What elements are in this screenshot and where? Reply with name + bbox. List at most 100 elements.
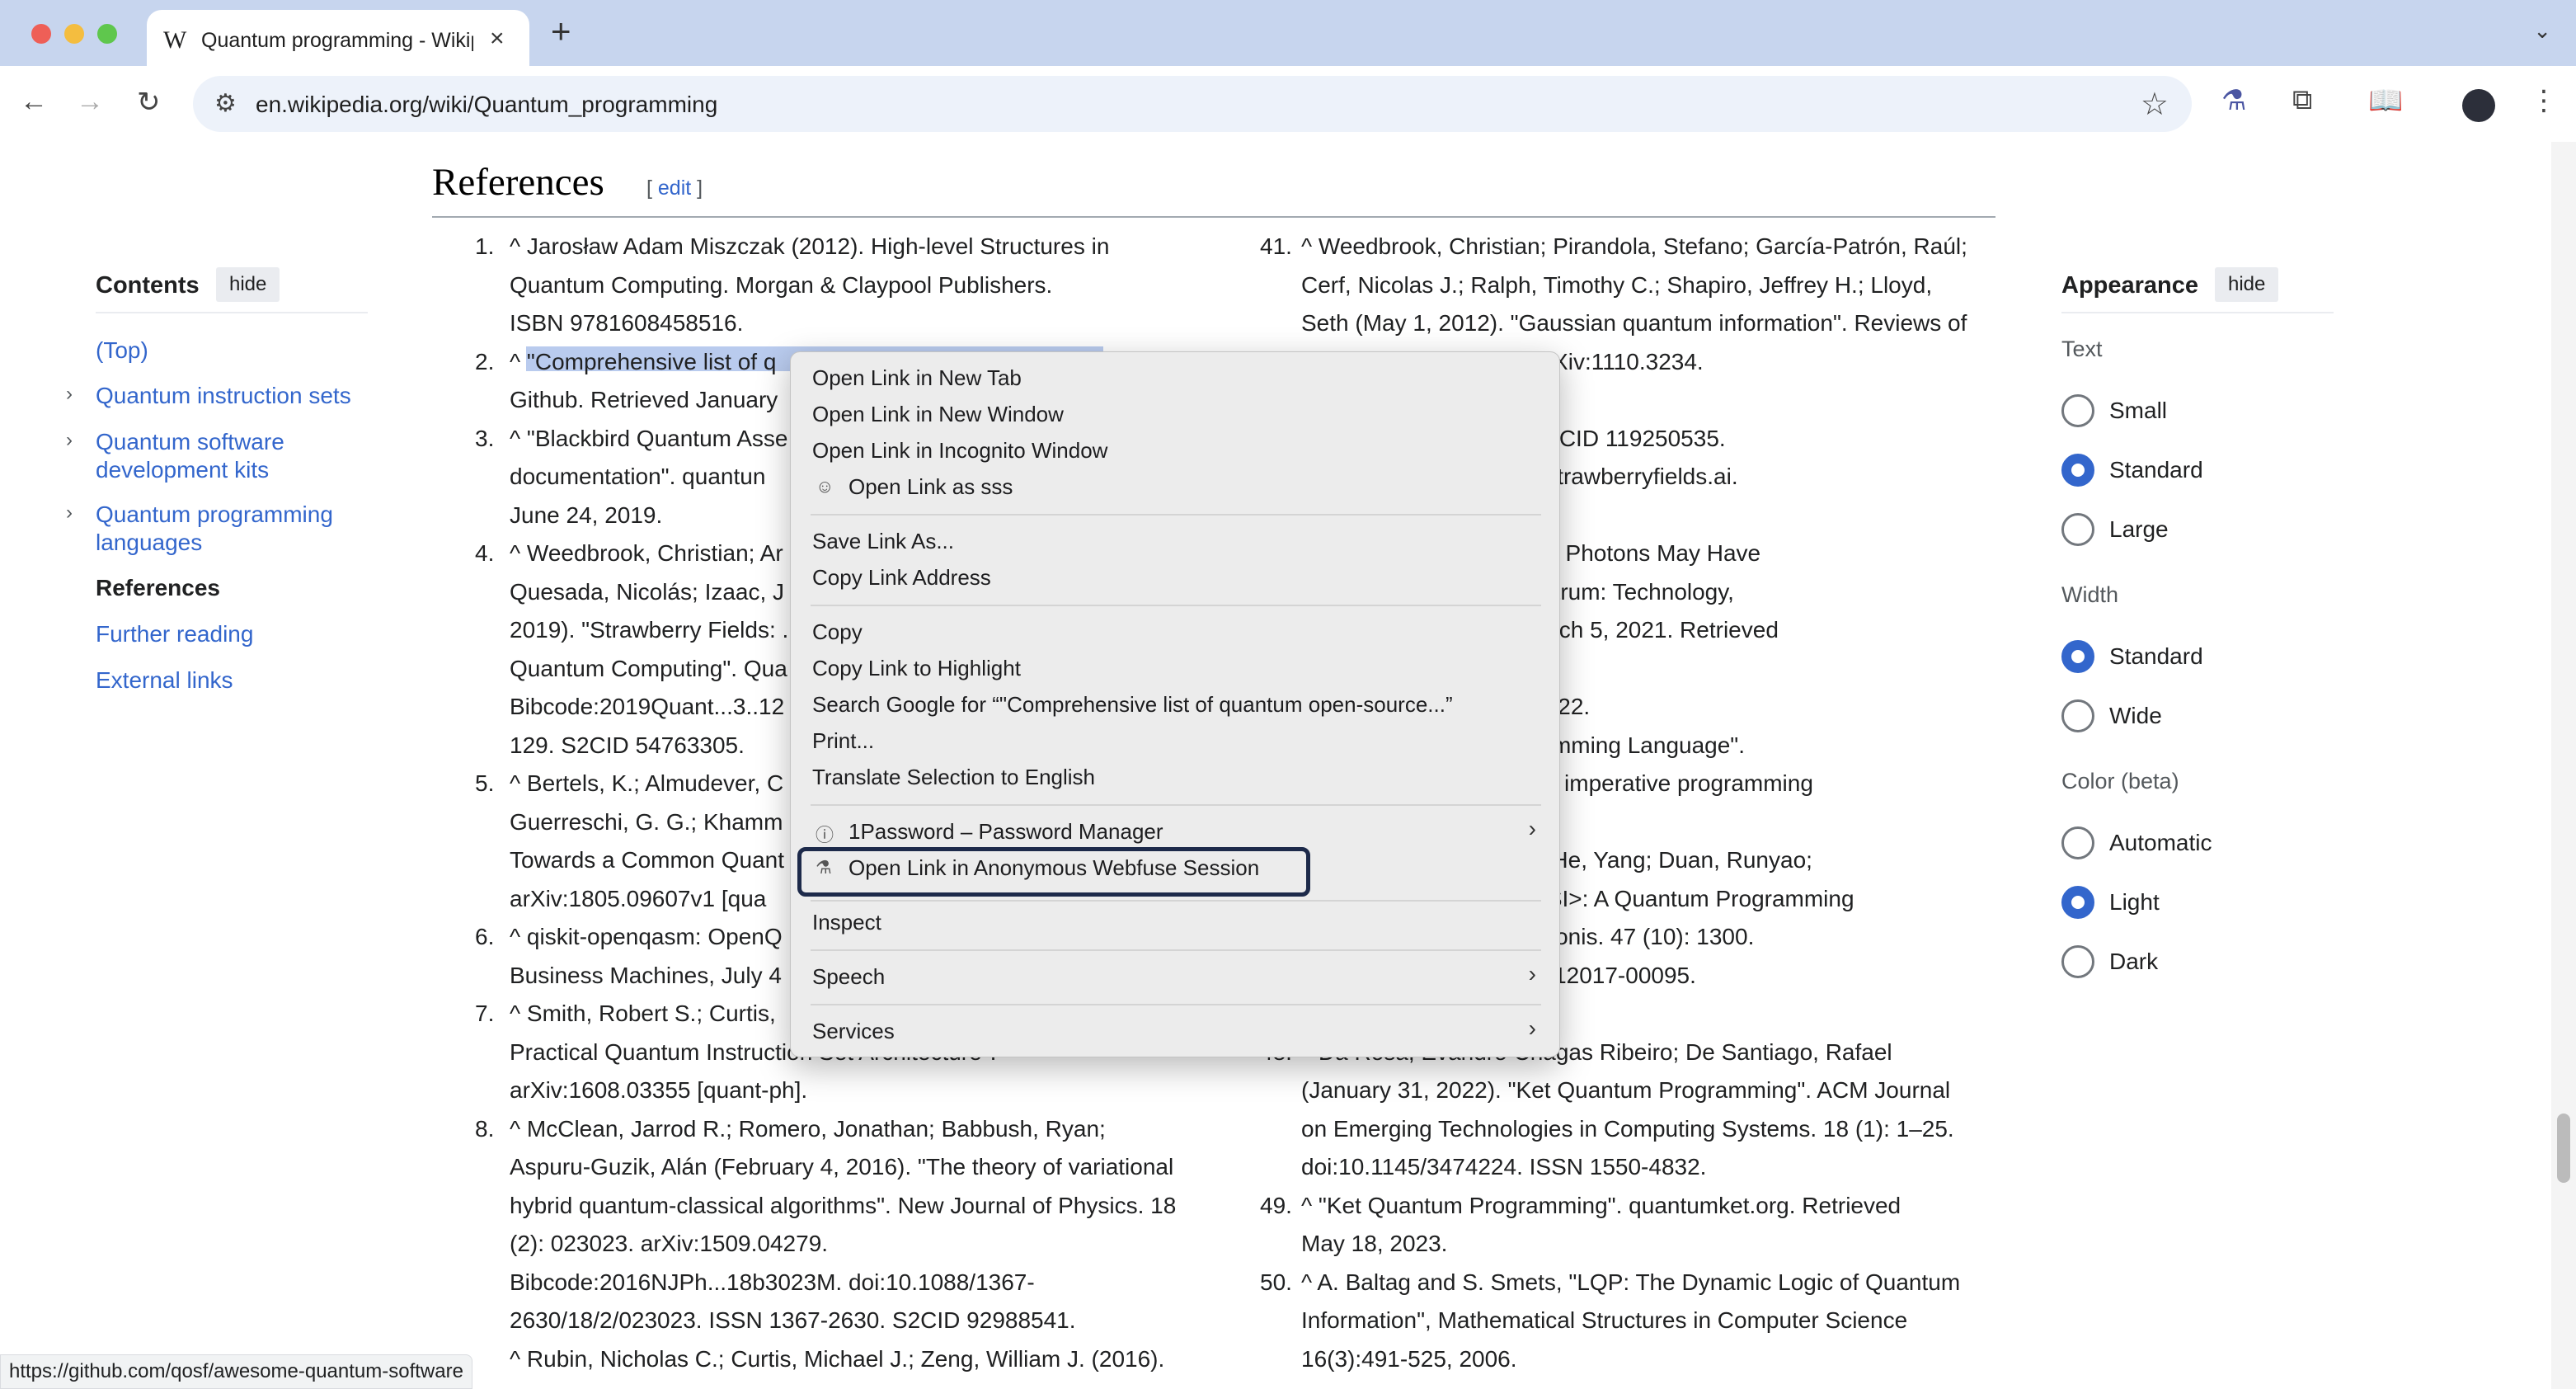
toc-item-quantum-sdks[interactable]: Quantum software development kits bbox=[96, 428, 284, 484]
reference-text[interactable]: documentation". quantun bbox=[510, 464, 765, 489]
reference-text[interactable]: (January 31, 2022). "Ket Quantum Program… bbox=[1301, 1077, 1950, 1103]
reload-icon[interactable]: ↻ bbox=[137, 86, 161, 119]
forward-icon[interactable]: → bbox=[76, 86, 104, 118]
radio-width-standard[interactable] bbox=[2061, 640, 2094, 673]
reference-text[interactable]: Aspuru-Guzik, Alán (February 4, 2016). "… bbox=[510, 1154, 1173, 1179]
window-close-button[interactable] bbox=[31, 24, 51, 44]
url-text[interactable]: en.wikipedia.org/wiki/Quantum_programmin… bbox=[256, 92, 717, 118]
profile-avatar[interactable] bbox=[2462, 89, 2495, 122]
menu-copy[interactable]: Copy bbox=[812, 619, 863, 645]
reference-text[interactable]: ^ A. Baltag and S. Smets, "LQP: The Dyna… bbox=[1301, 1269, 1960, 1295]
reference-text[interactable]: ISBN 9781608458516. bbox=[510, 310, 743, 336]
reference-text[interactable]: 129. S2CID 54763305. bbox=[510, 732, 745, 758]
reference-text[interactable]: ^ McClean, Jarrod R.; Romero, Jonathan; … bbox=[510, 1116, 1106, 1142]
menu-search-google[interactable]: Search Google for “"Comprehensive list o… bbox=[812, 692, 1453, 718]
toc-item-references[interactable]: References bbox=[96, 574, 220, 602]
radio-text-large[interactable] bbox=[2061, 513, 2094, 546]
menu-open-webfuse-session[interactable]: Open Link in Anonymous Webfuse Session bbox=[848, 855, 1259, 881]
toc-item-quantum-programming-languages[interactable]: Quantum programming languages bbox=[96, 501, 333, 557]
address-bar[interactable]: ⚙ en.wikipedia.org/wiki/Quantum_programm… bbox=[193, 76, 2192, 132]
menu-translate[interactable]: Translate Selection to English bbox=[812, 765, 1095, 790]
site-info-icon[interactable]: ⚙ bbox=[214, 89, 237, 118]
reference-text[interactable]: Bibcode:2019Quant...3..12 bbox=[510, 694, 784, 719]
menu-open-new-window[interactable]: Open Link in New Window bbox=[812, 402, 1064, 427]
reference-text[interactable]: hybrid quantum-classical algorithms". Ne… bbox=[510, 1193, 1176, 1218]
reference-text[interactable]: 2630/18/2/023023. ISSN 1367-2630. S2CID … bbox=[510, 1307, 1076, 1333]
reference-text[interactable]: Towards a Common Quant bbox=[510, 847, 784, 873]
menu-save-link-as[interactable]: Save Link As... bbox=[812, 529, 954, 554]
reference-text[interactable]: ^ Rubin, Nicholas C.; Curtis, Michael J.… bbox=[510, 1346, 1164, 1372]
menu-open-as-profile[interactable]: Open Link as sss bbox=[848, 474, 1013, 500]
menu-1password[interactable]: 1Password – Password Manager bbox=[848, 819, 1163, 845]
radio-text-small[interactable] bbox=[2061, 394, 2094, 427]
radio-width-wide[interactable] bbox=[2061, 699, 2094, 732]
menu-open-new-tab[interactable]: Open Link in New Tab bbox=[812, 365, 1022, 391]
reference-text[interactable]: 16(3):491-525, 2006. bbox=[1301, 1346, 1517, 1372]
reference-text[interactable]: on Emerging Technologies in Computing Sy… bbox=[1301, 1116, 1954, 1142]
reference-text[interactable]: ^ "Comprehensive list of q bbox=[510, 349, 776, 374]
toc-item-quantum-instruction-sets[interactable]: Quantum instruction sets bbox=[96, 382, 351, 410]
menu-inspect[interactable]: Inspect bbox=[812, 910, 881, 935]
extensions-puzzle-icon[interactable]: ⧉ bbox=[2292, 84, 2312, 116]
reference-text[interactable]: arXiv:1805.09607v1 [qua bbox=[510, 886, 766, 911]
reference-text[interactable]: ^ Weedbrook, Christian; Ar bbox=[510, 540, 783, 566]
reference-text[interactable]: arXiv:1608.03355 [quant-ph]. bbox=[510, 1077, 807, 1103]
reference-text[interactable]: ^ Weedbrook, Christian; Pirandola, Stefa… bbox=[1301, 233, 1967, 259]
reference-text[interactable]: ^ Jarosław Adam Miszczak (2012). High-le… bbox=[510, 233, 1109, 259]
reference-text[interactable]: Quantum Computing". Qua bbox=[510, 656, 787, 681]
menu-copy-link-to-highlight[interactable]: Copy Link to Highlight bbox=[812, 656, 1021, 681]
reference-text[interactable]: Cerf, Nicolas J.; Ralph, Timothy C.; Sha… bbox=[1301, 272, 1932, 298]
toc-item-top[interactable]: (Top) bbox=[96, 337, 148, 365]
browser-tab-active[interactable]: W Quantum programming - Wikipedia × bbox=[147, 10, 529, 66]
reference-text[interactable]: Business Machines, July 4 bbox=[510, 963, 782, 988]
reading-list-icon[interactable]: 📖 bbox=[2368, 84, 2403, 117]
toc-item-external-links[interactable]: External links bbox=[96, 666, 233, 694]
reference-text[interactable]: June 24, 2019. bbox=[510, 502, 662, 528]
reference-text[interactable]: ^ Smith, Robert S.; Curtis, bbox=[510, 1001, 776, 1026]
section-edit-link[interactable]: [ edit ] bbox=[646, 177, 703, 200]
bookmark-star-icon[interactable]: ☆ bbox=[2141, 86, 2169, 123]
reference-text[interactable]: Guerreschi, G. G.; Khamm bbox=[510, 809, 783, 835]
reference-text[interactable]: Quesada, Nicolás; Izaac, J bbox=[510, 579, 784, 605]
reference-text[interactable]: ^ "Blackbird Quantum Asse bbox=[510, 426, 787, 451]
chevron-right-icon[interactable]: › bbox=[66, 429, 73, 452]
toc-item-further-reading[interactable]: Further reading bbox=[96, 620, 253, 648]
tab-search-icon[interactable]: ⌄ bbox=[2533, 18, 2551, 44]
reference-text[interactable]: Github. Retrieved January bbox=[510, 387, 778, 412]
webfuse-extension-icon[interactable]: ⚗ bbox=[2221, 84, 2246, 117]
appearance-hide-button[interactable]: hide bbox=[2215, 267, 2279, 302]
reference-text[interactable]: doi:10.1145/3474224. ISSN 1550-4832. bbox=[1301, 1154, 1706, 1179]
reference-number: 5. bbox=[475, 770, 495, 796]
reference-text[interactable]: Information", Mathematical Structures in… bbox=[1301, 1307, 1907, 1333]
menu-print[interactable]: Print... bbox=[812, 728, 874, 754]
back-icon[interactable]: ← bbox=[20, 86, 48, 118]
reference-text[interactable]: Bibcode:2016NJPh...18b3023M. doi:10.1088… bbox=[510, 1269, 1035, 1295]
page-scrollbar[interactable] bbox=[2551, 142, 2576, 1389]
reference-text[interactable]: 2019). "Strawberry Fields: . bbox=[510, 617, 788, 643]
reference-text[interactable]: ^ Bertels, K.; Almudever, C bbox=[510, 770, 783, 796]
radio-color-dark[interactable] bbox=[2061, 945, 2094, 978]
page-scrollbar-thumb[interactable] bbox=[2557, 1114, 2570, 1183]
window-minimize-button[interactable] bbox=[64, 24, 84, 44]
reference-text[interactable]: May 18, 2023. bbox=[1301, 1231, 1447, 1256]
new-tab-button[interactable]: + bbox=[551, 12, 571, 51]
menu-open-incognito[interactable]: Open Link in Incognito Window bbox=[812, 438, 1107, 464]
menu-services[interactable]: Services bbox=[812, 1019, 895, 1044]
chevron-right-icon[interactable]: › bbox=[66, 383, 73, 406]
radio-color-light[interactable] bbox=[2061, 886, 2094, 919]
browser-menu-icon[interactable]: ⋮ bbox=[2530, 84, 2558, 117]
chevron-right-icon[interactable]: › bbox=[66, 501, 73, 525]
tab-close-icon[interactable]: × bbox=[490, 25, 505, 53]
menu-speech[interactable]: Speech bbox=[812, 964, 885, 990]
reference-text[interactable]: ^ "Ket Quantum Programming". quantumket.… bbox=[1301, 1193, 1901, 1218]
radio-text-standard[interactable] bbox=[2061, 454, 2094, 487]
window-maximize-button[interactable] bbox=[97, 24, 117, 44]
reference-text[interactable]: ^ qiskit-openqasm: OpenQ bbox=[510, 924, 783, 949]
reference-text[interactable]: Seth (May 1, 2012). "Gaussian quantum in… bbox=[1301, 310, 1967, 336]
radio-color-automatic[interactable] bbox=[2061, 826, 2094, 859]
edit-link[interactable]: edit bbox=[658, 177, 691, 200]
menu-copy-link-address[interactable]: Copy Link Address bbox=[812, 565, 991, 591]
reference-text[interactable]: Quantum Computing. Morgan & Claypool Pub… bbox=[510, 272, 1052, 298]
reference-text[interactable]: (2): 023023. arXiv:1509.04279. bbox=[510, 1231, 828, 1256]
toc-hide-button[interactable]: hide bbox=[216, 267, 280, 302]
